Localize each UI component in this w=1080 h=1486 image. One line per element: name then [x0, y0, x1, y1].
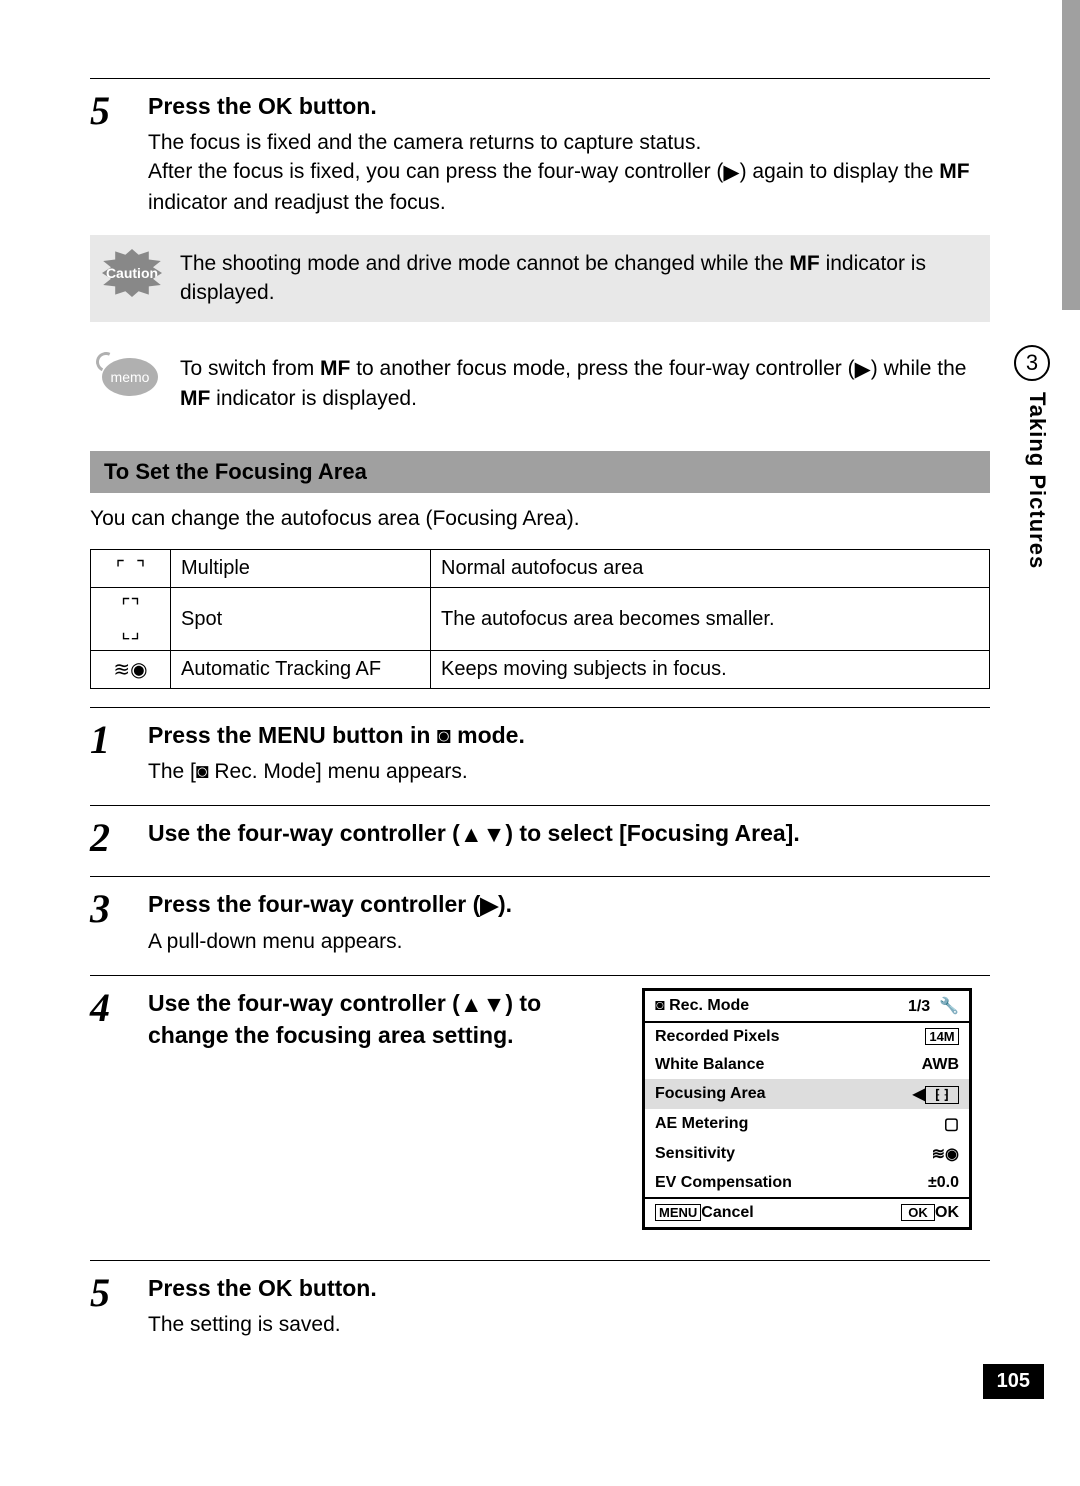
camera-icon: ◙ [196, 760, 209, 783]
menu-box-icon: MENU [655, 1204, 701, 1221]
ok-box-icon: OK [901, 1204, 935, 1221]
section-heading: To Set the Focusing Area [90, 451, 990, 493]
ok-label: OK [258, 93, 293, 119]
page-content: 5 Press the OK button. The focus is fixe… [0, 0, 1080, 1429]
step-number: 5 [90, 91, 130, 217]
step-1: 1 Press the MENU button in ◙ mode. The [… [90, 707, 990, 786]
lcd-value: 14M [925, 1028, 959, 1045]
mf-label: MF [320, 357, 350, 380]
lcd-row: Sensitivity ≋◉ [645, 1139, 969, 1169]
wrench-icon: 🔧 [939, 998, 959, 1015]
mf-label: MF [939, 160, 969, 183]
lcd-value: ±0.0 [928, 1174, 959, 1192]
lcd-row-selected: Focusing Area ◀⁅ ⁆ [645, 1079, 969, 1109]
table-row: ≋◉ Automatic Tracking AF Keeps moving su… [91, 651, 990, 689]
step-body-text: The setting is saved. [148, 1310, 990, 1339]
focusing-area-table: ⌜ ⌝ Multiple Normal autofocus area ⌜⌝⌞⌟ … [90, 549, 990, 689]
lcd-row: EV Compensation ±0.0 [645, 1169, 969, 1197]
lcd-value: ▢ [944, 1114, 959, 1134]
mf-label: MF [789, 252, 819, 275]
af-name: Automatic Tracking AF [171, 651, 431, 689]
af-desc: The autofocus area becomes smaller. [431, 588, 990, 651]
memo-icon: memo [102, 358, 158, 396]
section-intro: You can change the autofocus area (Focus… [90, 507, 990, 531]
step-5-bottom: 5 Press the OK button. The setting is sa… [90, 1260, 990, 1339]
table-row: ⌜ ⌝ Multiple Normal autofocus area [91, 550, 990, 588]
af-desc: Normal autofocus area [431, 550, 990, 588]
step-heading: Use the four-way controller (▲▼) to sele… [148, 818, 990, 850]
table-row: ⌜⌝⌞⌟ Spot The autofocus area becomes sma… [91, 588, 990, 651]
step-4: 4 ◙ Rec. Mode 1/3 🔧 Recorded Pixels 14M … [90, 975, 990, 1230]
step-number: 2 [90, 818, 130, 858]
step-body-text: The focus is fixed and the camera return… [148, 128, 990, 217]
lcd-row: AE Metering ▢ [645, 1109, 969, 1139]
lcd-value: ≋◉ [932, 1144, 959, 1164]
step-5-top: 5 Press the OK button. The focus is fixe… [90, 78, 990, 217]
lcd-value: ⁅ ⁆ [925, 1086, 959, 1104]
menu-label: MENU [258, 722, 326, 748]
step-heading: Press the OK button. [148, 91, 990, 122]
right-triangle-icon: ▶ [480, 890, 498, 921]
camera-icon: ◙ [655, 997, 665, 1014]
caution-note: Caution The shooting mode and drive mode… [90, 235, 990, 322]
step-heading: Press the four-way controller (▶). [148, 889, 990, 921]
up-down-triangle-icon: ▲▼ [460, 989, 506, 1020]
memo-text: To switch from MF to another focus mode,… [180, 354, 978, 414]
step-heading: Press the OK button. [148, 1273, 990, 1304]
lcd-header: ◙ Rec. Mode 1/3 🔧 [645, 991, 969, 1023]
step-body-text: A pull-down menu appears. [148, 927, 990, 956]
af-name: Multiple [171, 550, 431, 588]
mf-label: MF [180, 387, 210, 410]
memo-note: memo To switch from MF to another focus … [90, 340, 990, 428]
step-3: 3 Press the four-way controller (▶). A p… [90, 876, 990, 957]
af-name: Spot [171, 588, 431, 651]
step-number: 3 [90, 889, 130, 957]
up-down-triangle-icon: ▲▼ [460, 819, 506, 850]
af-tracking-icon: ≋◉ [113, 657, 147, 682]
right-triangle-icon: ▶ [855, 355, 871, 384]
af-desc: Keeps moving subjects in focus. [431, 651, 990, 689]
caution-icon: Caution [102, 249, 162, 297]
step-number: 4 [90, 988, 130, 1230]
lcd-row: White Balance AWB [645, 1051, 969, 1079]
ok-label: OK [258, 1275, 293, 1301]
left-triangle-icon: ◀ [913, 1086, 925, 1103]
af-multiple-icon: ⌜ ⌝ [116, 556, 146, 581]
right-triangle-icon: ▶ [723, 158, 739, 187]
camera-icon: ◙ [437, 722, 451, 748]
lcd-screenshot: ◙ Rec. Mode 1/3 🔧 Recorded Pixels 14M Wh… [642, 988, 972, 1230]
lcd-value: AWB [922, 1056, 959, 1074]
step-number: 1 [90, 720, 130, 786]
caution-text: The shooting mode and drive mode cannot … [180, 249, 978, 308]
step-body-text: The [◙ Rec. Mode] menu appears. [148, 757, 990, 786]
step-number: 5 [90, 1273, 130, 1339]
page-number: 105 [983, 1364, 1044, 1399]
lcd-row: Recorded Pixels 14M [645, 1023, 969, 1051]
step-heading: Press the MENU button in ◙ mode. [148, 720, 990, 751]
step-2: 2 Use the four-way controller (▲▼) to se… [90, 805, 990, 858]
af-spot-icon: ⌜⌝⌞⌟ [121, 594, 140, 644]
lcd-footer: MENUCancel OKOK [645, 1197, 969, 1227]
